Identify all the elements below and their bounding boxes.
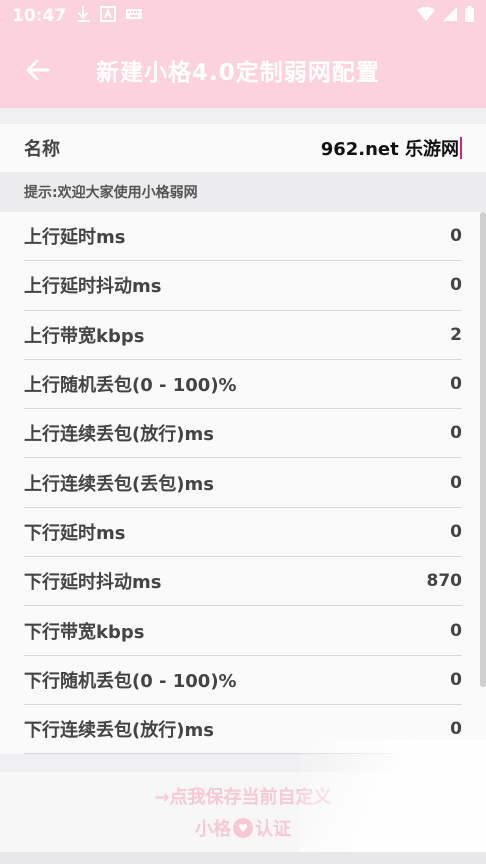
heart-icon: ♥ [233,818,253,838]
keyboard-icon [126,8,143,24]
status-time: 10:47 [12,6,67,26]
list-item[interactable]: 上行连续丢包(丢包)ms 0 [24,458,462,508]
name-value: 962.net 乐游网 [320,139,459,160]
status-bar: 10:47 [0,0,486,32]
name-label: 名称 [24,139,60,160]
item-value[interactable]: 0 [450,621,462,641]
settings-list: 上行延时ms 0 上行延时抖动ms 0 上行带宽kbps 2 上行随机丢包(0 - 1… [0,212,486,755]
item-value[interactable]: 0 [450,226,462,246]
save-button[interactable]: →点我保存当前自定义 小格 ♥ 认证 [0,772,486,852]
item-value[interactable]: 0 [450,670,462,690]
item-value[interactable]: 0 [450,719,462,739]
list-item[interactable]: 上行带宽kbps 2 [24,311,462,360]
list-item[interactable]: 上行连续丢包(放行)ms 0 [24,409,462,459]
list-item[interactable]: 下行连续丢包(放行)ms 0 [24,705,462,755]
item-value[interactable]: 2 [450,325,462,345]
list-item[interactable]: 下行随机丢包(0 - 100)% 0 [24,656,462,705]
verify-label: 小格 ♥ 认证 [195,818,291,840]
item-label: 下行随机丢包(0 - 100)% [24,670,237,692]
item-label: 上行带宽kbps [24,325,145,347]
item-label: 上行延时抖动ms [24,276,162,298]
item-value[interactable]: 0 [450,522,462,542]
item-label: 上行连续丢包(放行)ms [24,424,214,446]
page-title: 新建小格4.0定制弱网配置 [96,60,380,86]
item-value[interactable]: 870 [427,571,463,591]
hint-text: 提示:欢迎大家使用小格弱网 [0,172,486,212]
name-input[interactable]: 962.net 乐游网 [321,135,462,161]
item-value[interactable]: 0 [450,473,462,493]
list-item[interactable]: 上行随机丢包(0 - 100)% 0 [24,360,462,410]
item-value[interactable]: 0 [450,423,462,443]
item-label: 下行带宽kbps [24,621,145,643]
item-label: 上行延时ms [24,227,126,249]
item-value[interactable]: 0 [450,275,462,295]
item-value[interactable]: 0 [450,374,462,394]
item-label: 上行随机丢包(0 - 100)% [24,375,237,397]
app-bar: 新建小格4.0定制弱网配置 [0,32,486,108]
signal-icon [443,6,457,26]
item-label: 下行连续丢包(放行)ms [24,720,214,742]
item-label: 下行延时ms [24,522,126,544]
download-icon [76,6,90,26]
item-label: 下行延时抖动ms [24,572,162,594]
config-form: 名称 962.net 乐游网 提示:欢迎大家使用小格弱网 上行延时ms 0 上行延… [0,108,486,755]
list-item[interactable]: 下行带宽kbps 0 [24,606,462,656]
wifi-icon [417,6,435,26]
back-button[interactable] [0,32,76,108]
item-label: 上行连续丢包(丢包)ms [24,473,214,495]
name-field[interactable]: 名称 962.net 乐游网 [0,124,486,172]
text-cursor [460,137,462,159]
battery-icon [465,5,474,27]
list-item[interactable]: 上行延时ms 0 [24,212,462,262]
a-box-icon [100,6,117,26]
list-item[interactable]: 上行延时抖动ms 0 [24,261,462,311]
arrow-left-icon [26,59,50,81]
scrollbar[interactable] [480,212,486,687]
save-label: →点我保存当前自定义 [154,787,332,808]
list-item[interactable]: 下行延时抖动ms 870 [24,557,463,607]
list-item[interactable]: 下行延时ms 0 [24,508,462,558]
